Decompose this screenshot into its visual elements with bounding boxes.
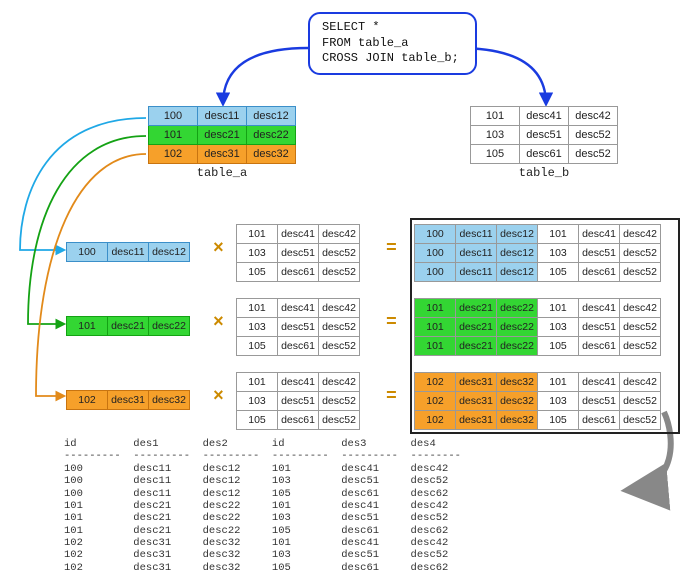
- table-row: 102desc31desc32105desc61desc52: [415, 411, 661, 430]
- result-group-2: 102desc31desc32101desc41desc42 102desc31…: [414, 372, 661, 430]
- table-row: 105desc61desc52: [237, 411, 360, 430]
- table-row: 100desc11desc12103desc51desc52: [415, 244, 661, 263]
- table-b: 101desc41desc42 103desc51desc52 105desc6…: [470, 106, 618, 164]
- table-row: 103desc51desc52: [471, 126, 618, 145]
- table-row: 101desc21desc22: [149, 126, 296, 145]
- table-row: 101desc21desc22: [67, 317, 190, 336]
- arrow-row2: [36, 154, 146, 396]
- times-icon: ×: [213, 387, 224, 407]
- sql-line3: CROSS JOIN table_b;: [322, 51, 459, 65]
- single-row-2: 102desc31desc32: [66, 390, 190, 410]
- table-row: 101desc41desc42: [471, 107, 618, 126]
- table-b-block: 101desc41desc42 103desc51desc52 105desc6…: [470, 106, 618, 180]
- table-row: 102desc31desc32: [149, 145, 296, 164]
- table-row: 102desc31desc32103desc51desc52: [415, 392, 661, 411]
- table-row: 101desc41desc42: [237, 373, 360, 392]
- table-row: 100desc11desc12: [67, 243, 190, 262]
- sql-line1: SELECT *: [322, 20, 380, 34]
- table-row: 101desc21desc22103desc51desc52: [415, 318, 661, 337]
- table-row: 105desc61desc52: [471, 145, 618, 164]
- final-output-listing: id des1 des2 id des3 des4 --------- ----…: [64, 438, 461, 574]
- table-row: 105desc61desc52: [237, 263, 360, 282]
- sql-line2: FROM table_a: [322, 36, 408, 50]
- table-row: 101desc21desc22105desc61desc52: [415, 337, 661, 356]
- table-row: 103desc51desc52: [237, 318, 360, 337]
- cross-b-copy-1: 101desc41desc42 103desc51desc52 105desc6…: [236, 298, 360, 356]
- equals-icon: =: [386, 239, 397, 259]
- cross-b-copy-0: 101desc41desc42 103desc51desc52 105desc6…: [236, 224, 360, 282]
- table-row: 101desc21desc22101desc41desc42: [415, 299, 661, 318]
- single-row-1: 101desc21desc22: [66, 316, 190, 336]
- table-a-name: table_a: [148, 166, 296, 180]
- table-row: 101desc41desc42: [237, 299, 360, 318]
- arrow-sql-to-table-a: [223, 48, 308, 104]
- table-row: 100desc11desc12101desc41desc42: [415, 225, 661, 244]
- table-b-name: table_b: [470, 166, 618, 180]
- table-row: 100desc11desc12: [149, 107, 296, 126]
- times-icon: ×: [213, 239, 224, 259]
- times-icon: ×: [213, 313, 224, 333]
- table-row: 103desc51desc52: [237, 392, 360, 411]
- equals-icon: =: [386, 387, 397, 407]
- table-row: 100desc11desc12105desc61desc52: [415, 263, 661, 282]
- table-row: 101desc41desc42: [237, 225, 360, 244]
- result-group-0: 100desc11desc12101desc41desc42 100desc11…: [414, 224, 661, 282]
- cross-b-copy-2: 101desc41desc42 103desc51desc52 105desc6…: [236, 372, 360, 430]
- result-group-1: 101desc21desc22101desc41desc42 101desc21…: [414, 298, 661, 356]
- sql-query-box: SELECT * FROM table_a CROSS JOIN table_b…: [308, 12, 477, 75]
- table-a-block: 100desc11desc12 101desc21desc22 102desc3…: [148, 106, 296, 180]
- table-row: 105desc61desc52: [237, 337, 360, 356]
- table-row: 103desc51desc52: [237, 244, 360, 263]
- single-row-0: 100desc11desc12: [66, 242, 190, 262]
- table-a: 100desc11desc12 101desc21desc22 102desc3…: [148, 106, 296, 164]
- table-row: 102desc31desc32101desc41desc42: [415, 373, 661, 392]
- table-row: 102desc31desc32: [67, 391, 190, 410]
- equals-icon: =: [386, 313, 397, 333]
